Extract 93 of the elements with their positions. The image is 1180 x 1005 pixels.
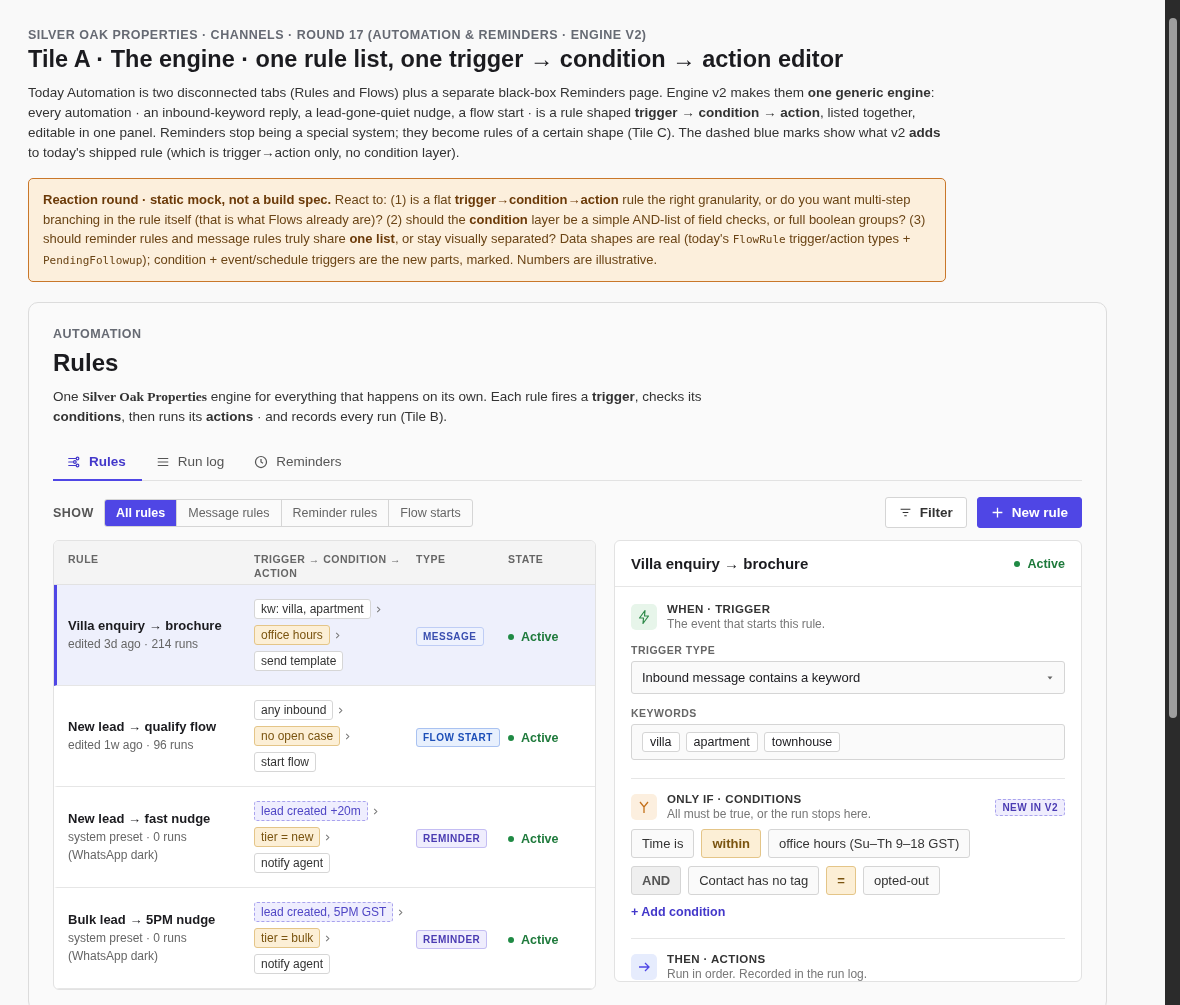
new-rule-button[interactable]: New rule <box>976 497 1082 528</box>
section-subtitle: The event that starts this rule. <box>667 617 826 631</box>
keyword-tag: apartment <box>685 732 758 752</box>
keyword-tag: villa <box>642 732 680 752</box>
filter-icon <box>898 506 912 519</box>
rule-meta: system preset · 0 runs (WhatsApp dark) <box>68 929 188 965</box>
step-chip: tier = new <box>254 827 321 847</box>
tab[interactable]: Reminders <box>240 445 358 481</box>
reaction-notice: Reaction round · static mock, not a build spec. React to: (1) is a flat trigger→condition→action rule the right granularity, or do you want multi-step branching in the rule itself (that is what Flows already are)? (2) should the condition layer be a simple AND-list of field checks, or full boolean groups? (3) should reminder rules and message rules truly share one list, or stay visually separated? Data shapes are real (today's FlowRule trigger/action types + PendingFollowup); condition + event/schedule triggers are the new parts, marked. Numbers are illustrative. <box>28 178 946 282</box>
column-header: TYPE <box>416 552 447 567</box>
step-chip: notify agent <box>254 853 331 873</box>
chevron-icon <box>333 630 341 640</box>
step-chip: any inbound <box>254 700 334 720</box>
scrollbar[interactable] <box>1165 0 1180 1005</box>
add-condition-link[interactable]: + Add condition <box>631 905 726 919</box>
section-title: ONLY IF · CONDITIONS <box>667 793 803 805</box>
lightning-icon <box>631 604 657 630</box>
step-chip: start flow <box>254 752 316 772</box>
chevron-icon <box>344 731 352 741</box>
rule-row[interactable]: New lead → fast nudge system preset · 0 runs (WhatsApp dark) lead created +20m tier = new notify agent REMINDER Active <box>54 787 595 888</box>
chevron-icon <box>324 832 332 842</box>
field-label: TRIGGER TYPE <box>631 644 717 656</box>
rule-meta: system preset · 0 runs (WhatsApp dark) <box>68 828 188 864</box>
filter-option[interactable]: Flow starts <box>388 499 472 526</box>
page-title: Tile A · The engine · one rule list, one trigger → condition → action editor <box>28 46 845 73</box>
show-label: SHOW <box>53 505 94 520</box>
filter-option[interactable]: All rules <box>104 499 177 526</box>
intro-text: Today Automation is two disconnected tabs (Rules and Flows) plus a separate black-box Reminders page. Engine v2 makes them one generic engine: every automation · an inbound-keyword reply, a lead-gone-quiet nudge, a flow start · is a rule shaped trigger → condition → action, listed together, editable in one panel. Reminders stop being a special system; they become rules of a certain shape (Tile C). The dashed blue marks show what v2 adds to today's shipped rule (which is trigger→action only, no condition layer). <box>28 84 942 162</box>
type-badge: MESSAGE <box>416 627 484 646</box>
caret-icon <box>1046 674 1054 681</box>
step-chip: office hours <box>254 625 330 645</box>
filter-button[interactable]: Filter <box>884 497 967 528</box>
condition-part[interactable]: Time is <box>631 829 695 858</box>
column-header: RULE <box>67 552 100 567</box>
section-subtitle: Run in order. Recorded in the run log. <box>667 967 868 981</box>
rule-meta: edited 1w ago · 96 runs <box>68 736 195 754</box>
rule-name: New lead → fast nudge <box>68 810 212 826</box>
step-chip: kw: villa, apartment <box>254 599 371 619</box>
condition-part[interactable]: AND <box>631 866 682 895</box>
card-eyebrow: AUTOMATION <box>53 327 143 341</box>
rule-row[interactable]: New lead → qualify flow edited 1w ago · 96 runs any inbound no open case start flow FLOW START Active <box>54 686 595 787</box>
tab[interactable]: Run log <box>141 445 241 481</box>
fork-icon <box>631 794 657 820</box>
rule-row[interactable]: Bulk lead → 5PM nudge system preset · 0 runs (WhatsApp dark) lead created, 5PM GST tier = bulk notify agent REMINDER Active <box>54 888 595 989</box>
state-label: Active <box>508 933 559 947</box>
condition-part[interactable]: within <box>701 829 761 858</box>
rule-row[interactable]: Villa enquiry → brochure edited 3d ago · 214 runs kw: villa, apartment office hours send template MESSAGE Active <box>54 585 595 686</box>
keyword-tag: townhouse <box>763 732 841 752</box>
condition-part[interactable]: = <box>826 866 856 895</box>
tab[interactable]: Rules <box>53 445 142 481</box>
editor-title: Villa enquiry → brochure <box>631 555 809 572</box>
section-title: THEN · ACTIONS <box>667 953 767 965</box>
type-badge: REMINDER <box>416 829 488 848</box>
card-description: One Silver Oak Properties engine for everything that happens on its own. Each rule fires a trigger, checks its conditions, then runs its actions · and records every run (Tile B). <box>53 388 703 426</box>
chevron-icon <box>337 705 345 715</box>
rule-meta: edited 3d ago · 214 runs <box>68 635 200 653</box>
filter-option[interactable]: Message rules <box>176 499 281 526</box>
sliders-icon <box>67 454 81 469</box>
condition-part[interactable]: Contact has no tag <box>688 866 820 895</box>
card-title: Rules <box>53 349 120 377</box>
column-header: TRIGGER → CONDITION → ACTION <box>254 552 402 581</box>
type-badge: FLOW START <box>416 728 500 747</box>
plus-icon <box>990 506 1004 519</box>
rule-name: New lead → qualify flow <box>68 718 218 734</box>
state-label: Active <box>508 832 559 846</box>
state-label: Active <box>508 731 559 745</box>
step-chip: lead created, 5PM GST <box>254 902 394 922</box>
column-header: STATE <box>508 552 545 567</box>
chevron-icon <box>324 933 332 943</box>
field-label: KEYWORDS <box>631 707 698 719</box>
trigger-type-select[interactable]: Inbound message contains a keyword <box>631 661 1065 694</box>
new-badge: NEW IN V2 <box>995 798 1065 816</box>
page-eyebrow: SILVER OAK PROPERTIES · CHANNELS · ROUND 17 (AUTOMATION & REMINDERS · ENGINE V2) <box>28 28 648 42</box>
state-label: Active <box>1014 556 1065 571</box>
step-chip: tier = bulk <box>254 928 321 948</box>
clock-icon <box>254 454 269 469</box>
chevron-icon <box>397 907 405 917</box>
section-title: WHEN · TRIGGER <box>667 603 772 615</box>
section-subtitle: All must be true, or the run stops here. <box>667 807 873 821</box>
filter-option[interactable]: Reminder rules <box>280 499 389 526</box>
condition-part[interactable]: opted-out <box>862 866 940 895</box>
state-label: Active <box>508 630 559 644</box>
chevron-icon <box>371 806 379 816</box>
step-chip: no open case <box>254 726 341 746</box>
rule-name: Bulk lead → 5PM nudge <box>68 911 217 927</box>
step-chip: send template <box>254 651 344 671</box>
condition-part[interactable]: office hours (Su–Th 9–18 GST) <box>767 829 971 858</box>
rule-name: Villa enquiry → brochure <box>68 617 223 633</box>
step-chip: notify agent <box>254 954 331 974</box>
step-chip: lead created +20m <box>254 801 368 821</box>
chevron-icon <box>374 604 382 614</box>
keywords-field[interactable]: villa apartment townhouse <box>631 724 1065 760</box>
type-badge: REMINDER <box>416 930 488 949</box>
